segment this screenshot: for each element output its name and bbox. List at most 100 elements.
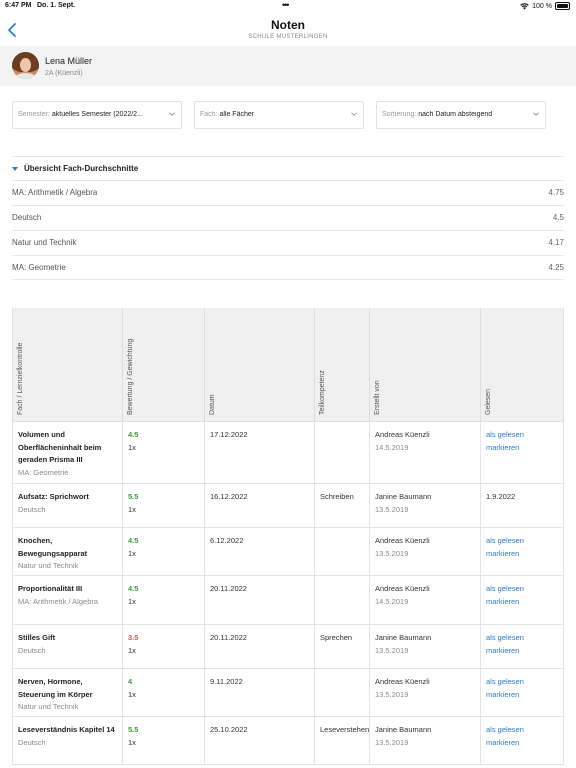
sort-filter-value: nach Datum absteigend	[418, 111, 493, 118]
test-title: Knochen, Bewegungsapparat	[18, 536, 88, 558]
averages-toggle[interactable]: Übersicht Fach-Durchschnitte	[12, 164, 138, 173]
grade-weight: 1x	[128, 442, 136, 452]
mark-as-read-link[interactable]: als gelesen markieren	[486, 724, 559, 749]
test-title: Leseverständnis Kapitel 14	[18, 725, 115, 734]
divider	[12, 156, 564, 157]
test-subject: Deutsch	[18, 645, 46, 655]
grade-value: 4.5	[128, 536, 139, 545]
navigation-bar: Noten SCHULE MUSTERLINGEN	[0, 12, 576, 46]
cell-grade: 5.5 1x	[123, 717, 205, 764]
author-date: 14.5.2019	[375, 442, 409, 452]
grade-weight: 1x	[128, 645, 136, 655]
grade-weight: 1x	[128, 504, 136, 514]
average-subject: MA: Geometrie	[12, 263, 66, 272]
battery-percent: 100 %	[532, 2, 552, 10]
battery-icon	[555, 2, 570, 10]
status-bar: 6:47 PM Do. 1. Sept. ••• 100 %	[0, 0, 576, 12]
grades-table: Fach / Lernzielkontrolle Bewertung / Gew…	[12, 308, 564, 768]
cell-author: Janine Baumann 13.5.2019	[370, 717, 481, 764]
cell-subject: Stilles Gift Deutsch	[12, 625, 123, 668]
cell-author: Andreas Küenzli 13.5.2019	[370, 528, 481, 575]
column-header-label: Datum	[209, 394, 216, 415]
test-title: Volumen und Oberflächeninhalt beim gerad…	[18, 430, 102, 464]
semester-filter[interactable]: Semester: aktuelles Semester (2022/2...	[12, 101, 182, 129]
sort-filter[interactable]: Sortierung: nach Datum absteigend	[376, 101, 546, 129]
column-header-date: Datum	[205, 308, 315, 422]
cell-subject: Leseverständnis Kapitel 14 Deutsch	[12, 717, 123, 764]
wifi-icon	[520, 2, 529, 10]
cell-read: als gelesen markieren	[481, 625, 564, 668]
cell-subject: Knochen, Bewegungsapparat Natur und Techn…	[12, 528, 123, 575]
student-name: Lena Müller	[45, 56, 93, 66]
read-date: 1.9.2022	[486, 492, 516, 501]
grade-value: 4.5	[128, 584, 139, 593]
disclosure-triangle-icon	[12, 166, 18, 171]
cell-date: 20.11.2022	[205, 625, 315, 668]
author-name: Andreas Küenzli	[375, 584, 430, 593]
cell-date: 6.12.2022	[205, 528, 315, 575]
grade-value: 5.5	[128, 725, 139, 734]
mark-as-read-link[interactable]: als gelesen markieren	[486, 429, 559, 454]
cell-date: 9.11.2022	[205, 669, 315, 716]
table-row: Proportionalität III MA: Arithmetik / Alg…	[12, 576, 564, 625]
mark-as-read-link[interactable]: als gelesen markieren	[486, 676, 559, 701]
subject-filter-value: alle Fächer	[219, 111, 255, 118]
column-header-competence: Teilkompetenz	[315, 308, 370, 422]
cell-grade: 3.5 1x	[123, 625, 205, 668]
test-date: 9.11.2022	[210, 677, 243, 686]
grade-value: 4.5	[128, 430, 139, 439]
cell-grade: 4 1x	[123, 669, 205, 716]
avatar	[12, 52, 39, 79]
average-subject: Deutsch	[12, 213, 42, 222]
cell-subject: Aufsatz: Sprichwort Deutsch	[12, 484, 123, 527]
cell-competence: Leseverstehen	[315, 717, 370, 764]
sort-filter-label: Sortierung:	[382, 111, 417, 118]
average-row: Deutsch 4.5	[12, 206, 564, 230]
average-value: 4.17	[548, 238, 564, 247]
test-title: Aufsatz: Sprichwort	[18, 492, 89, 501]
mark-as-read-link[interactable]: als gelesen markieren	[486, 583, 559, 608]
cell-competence: Schreiben	[315, 484, 370, 527]
cell-author: Janine Baumann 13.5.2019	[370, 484, 481, 527]
author-date: 14.5.2019	[375, 596, 409, 606]
status-date: Do. 1. Sept.	[37, 2, 76, 9]
cell-subject: Proportionalität III MA: Arithmetik / Alg…	[12, 576, 123, 624]
divider	[12, 279, 564, 280]
author-name: Andreas Küenzli	[375, 430, 430, 439]
average-subject: MA: Arithmetik / Algebra	[12, 188, 98, 197]
author-date: 13.5.2019	[375, 548, 409, 558]
cell-read: als gelesen markieren	[481, 528, 564, 575]
cell-date: 16.12.2022	[205, 484, 315, 527]
cell-read: als gelesen markieren	[481, 576, 564, 624]
grade-weight: 1x	[128, 737, 136, 747]
mark-as-read-link[interactable]: als gelesen markieren	[486, 535, 559, 560]
cell-grade: 4.5 1x	[123, 576, 205, 624]
author-date: 13.5.2019	[375, 737, 409, 747]
subject-filter[interactable]: Fach: alle Fächer	[194, 101, 364, 129]
grade-value: 5.5	[128, 492, 139, 501]
test-subject: Natur und Technik	[18, 561, 79, 570]
cell-competence	[315, 669, 370, 716]
test-title: Stilles Gift	[18, 633, 56, 642]
averages-title: Übersicht Fach-Durchschnitte	[24, 164, 139, 173]
mark-as-read-link[interactable]: als gelesen markieren	[486, 632, 559, 657]
column-header-label: Fach / Lernzielkontrolle	[17, 342, 24, 415]
grade-value: 4	[128, 677, 133, 686]
test-subject: MA: Arithmetik / Algebra	[18, 596, 99, 606]
multitasking-dots[interactable]: •••	[282, 0, 290, 10]
cell-read: als gelesen markieren	[481, 717, 564, 764]
test-subject: Natur und Technik	[18, 702, 79, 711]
cell-author: Janine Baumann 13.5.2019	[370, 625, 481, 668]
average-row: MA: Geometrie 4.25	[12, 256, 564, 280]
student-class: 2A (Küenzli)	[45, 70, 83, 77]
author-name: Andreas Küenzli	[375, 536, 430, 545]
cell-competence	[315, 422, 370, 483]
cell-author: Andreas Küenzli 13.5.2019	[370, 669, 481, 716]
test-date: 16.12.2022	[210, 492, 248, 501]
test-competence: Schreiben	[320, 492, 354, 501]
test-date: 6.12.2022	[210, 536, 244, 545]
author-name: Janine Baumann	[375, 725, 432, 734]
test-date: 20.11.2022	[210, 633, 247, 642]
author-name: Janine Baumann	[375, 633, 432, 642]
status-time: 6:47 PM	[5, 2, 32, 9]
